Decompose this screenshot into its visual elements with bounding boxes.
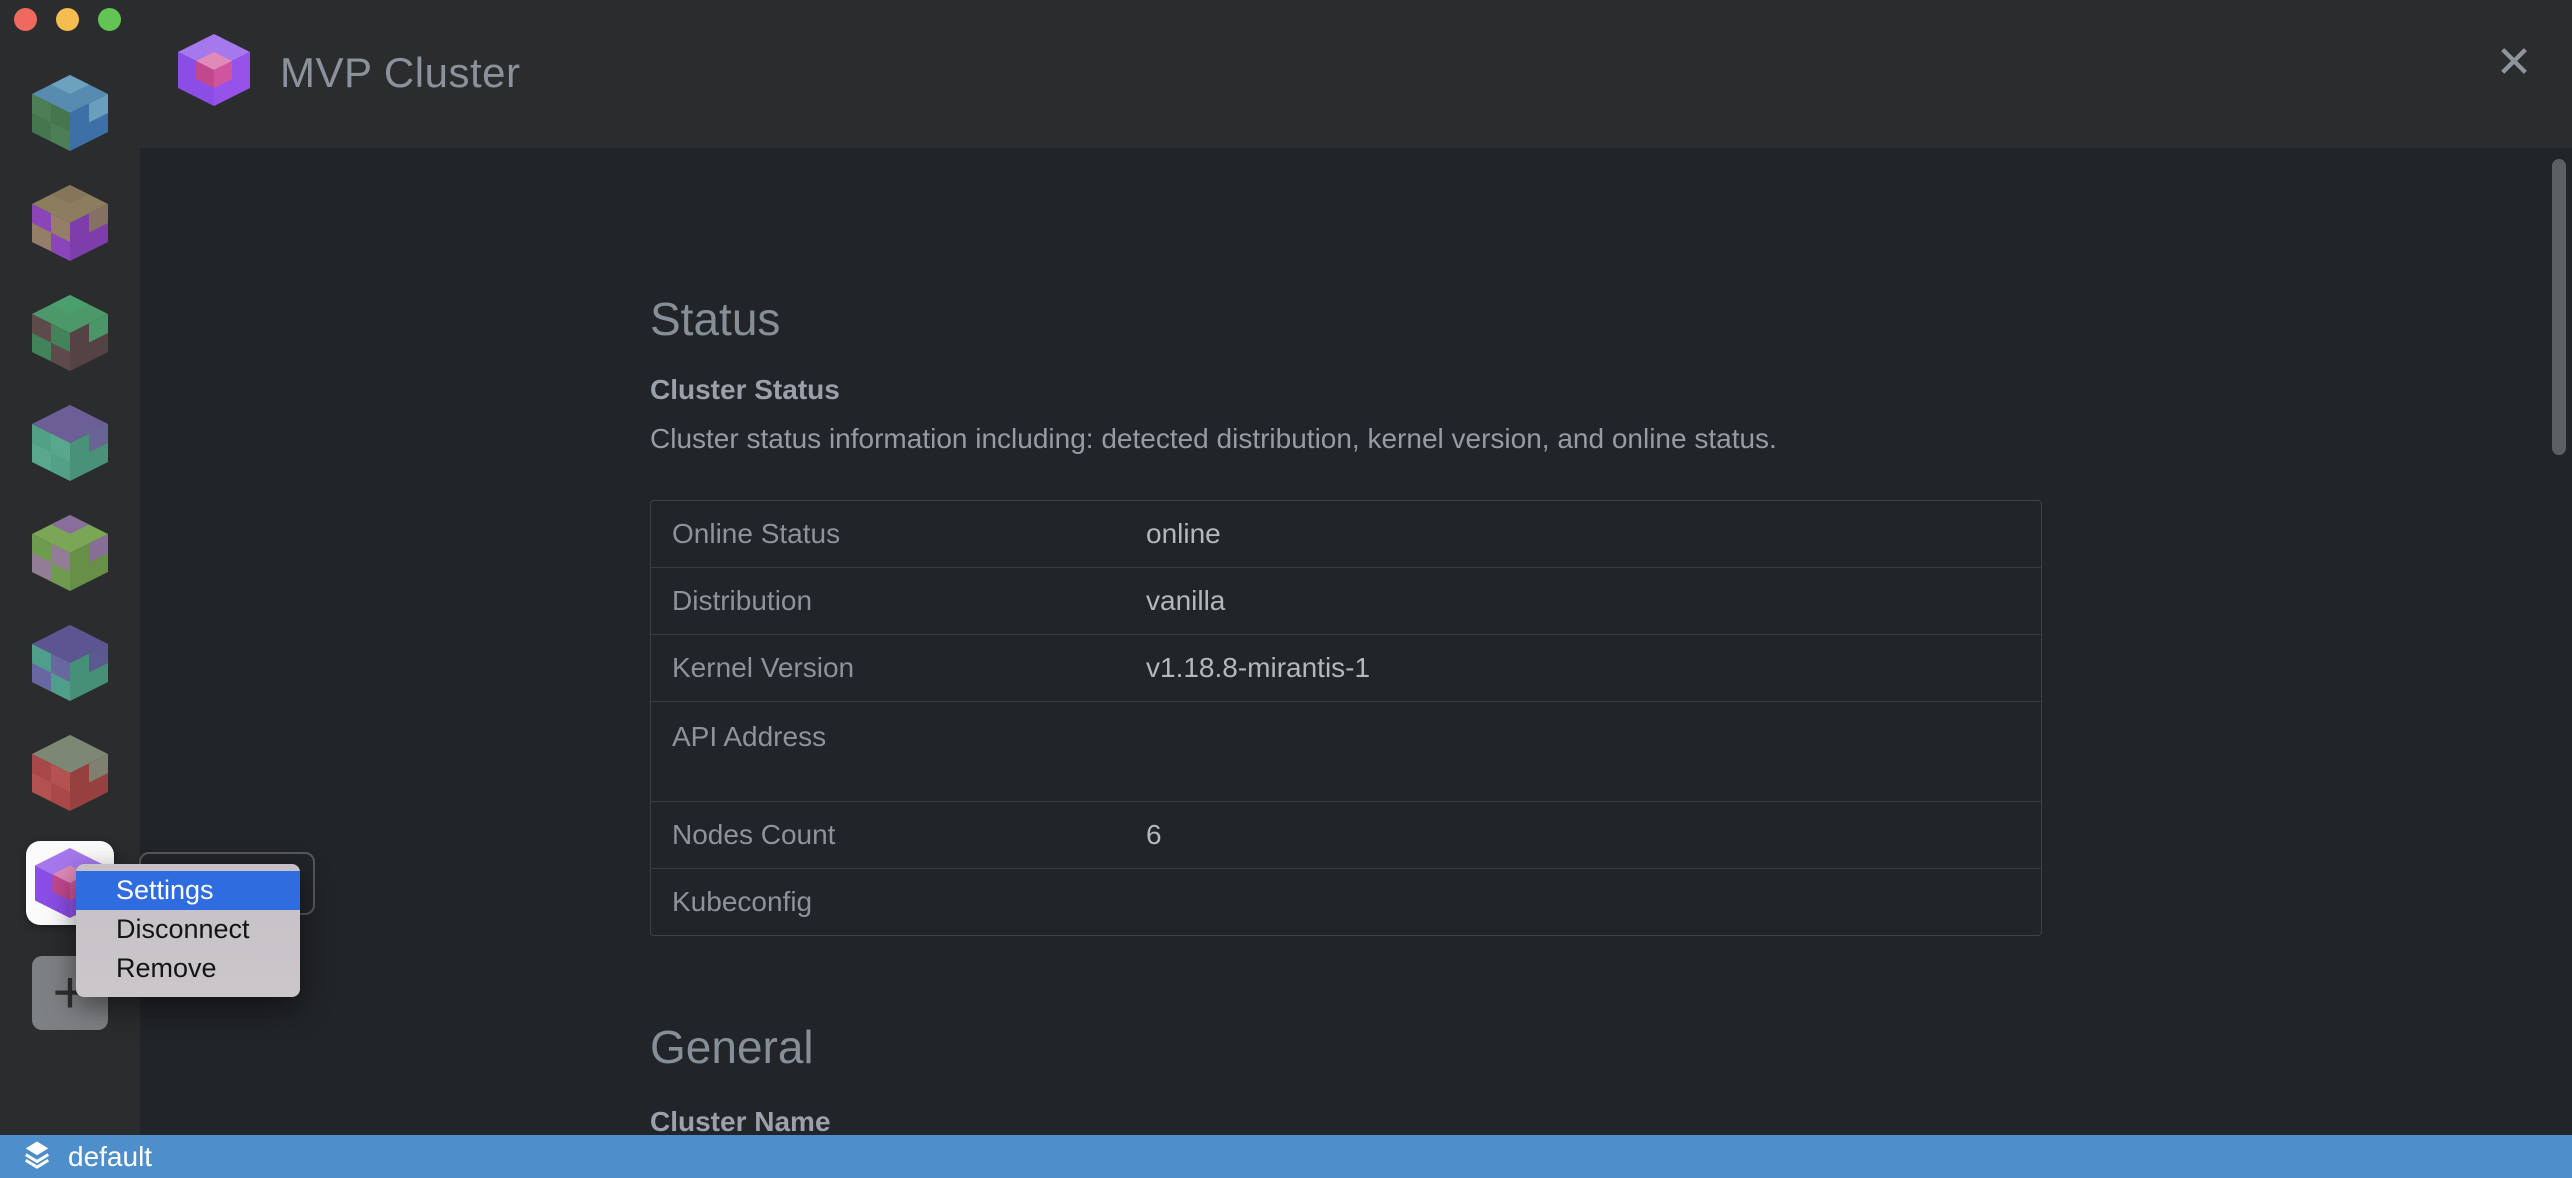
cluster-status-description: Cluster status information including: de…	[650, 422, 2042, 456]
titlebar: MVP Cluster	[178, 34, 520, 111]
vertical-scrollbar[interactable]	[2552, 159, 2566, 455]
table-row: API Address	[651, 701, 2041, 801]
row-label: Kubeconfig	[651, 886, 1146, 918]
status-section-heading: Status	[650, 148, 2042, 344]
row-label: Nodes Count	[651, 819, 1146, 851]
row-label: API Address	[651, 702, 1146, 753]
table-row: Kernel Versionv1.18.8-mirantis-1	[651, 634, 2041, 701]
minimize-window-icon[interactable]	[56, 8, 79, 31]
cluster-cube-icon	[32, 735, 108, 811]
sidebar-item-cluster-3[interactable]	[0, 278, 140, 388]
page-title: MVP Cluster	[280, 49, 520, 97]
cluster-cube-icon	[32, 515, 108, 591]
cluster-status-table: Online StatusonlineDistributionvanillaKe…	[650, 500, 2042, 936]
status-bar: default	[0, 1135, 2572, 1178]
context-menu-item-remove[interactable]: Remove	[76, 949, 300, 988]
sidebar-item-cluster-6[interactable]	[0, 608, 140, 718]
layers-icon	[22, 1139, 52, 1174]
cluster-cube-icon	[32, 625, 108, 701]
context-menu-item-settings[interactable]: Settings	[76, 871, 300, 910]
row-value: v1.18.8-mirantis-1	[1146, 652, 1370, 684]
settings-document: Status Cluster Status Cluster status inf…	[650, 148, 2042, 1138]
cluster-cube-icon	[32, 405, 108, 481]
namespace-label[interactable]: default	[68, 1141, 152, 1173]
table-row: Kubeconfig	[651, 868, 2041, 935]
cluster-name-label: Cluster Name	[650, 1106, 2042, 1138]
row-value: vanilla	[1146, 585, 1225, 617]
lens-settings-window: MVP Cluster ✕ + Status Cluster Status Cl…	[0, 0, 2572, 1178]
cluster-status-label: Cluster Status	[650, 374, 2042, 406]
context-menu-item-disconnect[interactable]: Disconnect	[76, 910, 300, 949]
table-row: Online Statusonline	[651, 501, 2041, 567]
cluster-context-menu: SettingsDisconnectRemove	[76, 864, 300, 997]
row-label: Kernel Version	[651, 652, 1146, 684]
cluster-cube-icon	[178, 34, 250, 111]
zoom-window-icon[interactable]	[98, 8, 121, 31]
table-row: Distributionvanilla	[651, 567, 2041, 634]
cluster-cube-icon	[32, 295, 108, 371]
settings-panel: Status Cluster Status Cluster status inf…	[140, 148, 2572, 1135]
row-value: online	[1146, 518, 1221, 550]
row-value: 6	[1146, 819, 1162, 851]
close-window-icon[interactable]	[14, 8, 37, 31]
sidebar-item-cluster-1[interactable]	[0, 58, 140, 168]
row-label: Online Status	[651, 518, 1146, 550]
row-label: Distribution	[651, 585, 1146, 617]
close-icon[interactable]: ✕	[2490, 38, 2538, 86]
sidebar-item-cluster-2[interactable]	[0, 168, 140, 278]
sidebar-item-cluster-4[interactable]	[0, 388, 140, 498]
sidebar-item-cluster-5[interactable]	[0, 498, 140, 608]
cluster-cube-icon	[32, 75, 108, 151]
table-row: Nodes Count6	[651, 801, 2041, 868]
cluster-cube-icon	[32, 185, 108, 261]
general-section-heading: General	[650, 1022, 2042, 1072]
sidebar-item-cluster-7[interactable]	[0, 718, 140, 828]
traffic-lights	[14, 8, 121, 31]
